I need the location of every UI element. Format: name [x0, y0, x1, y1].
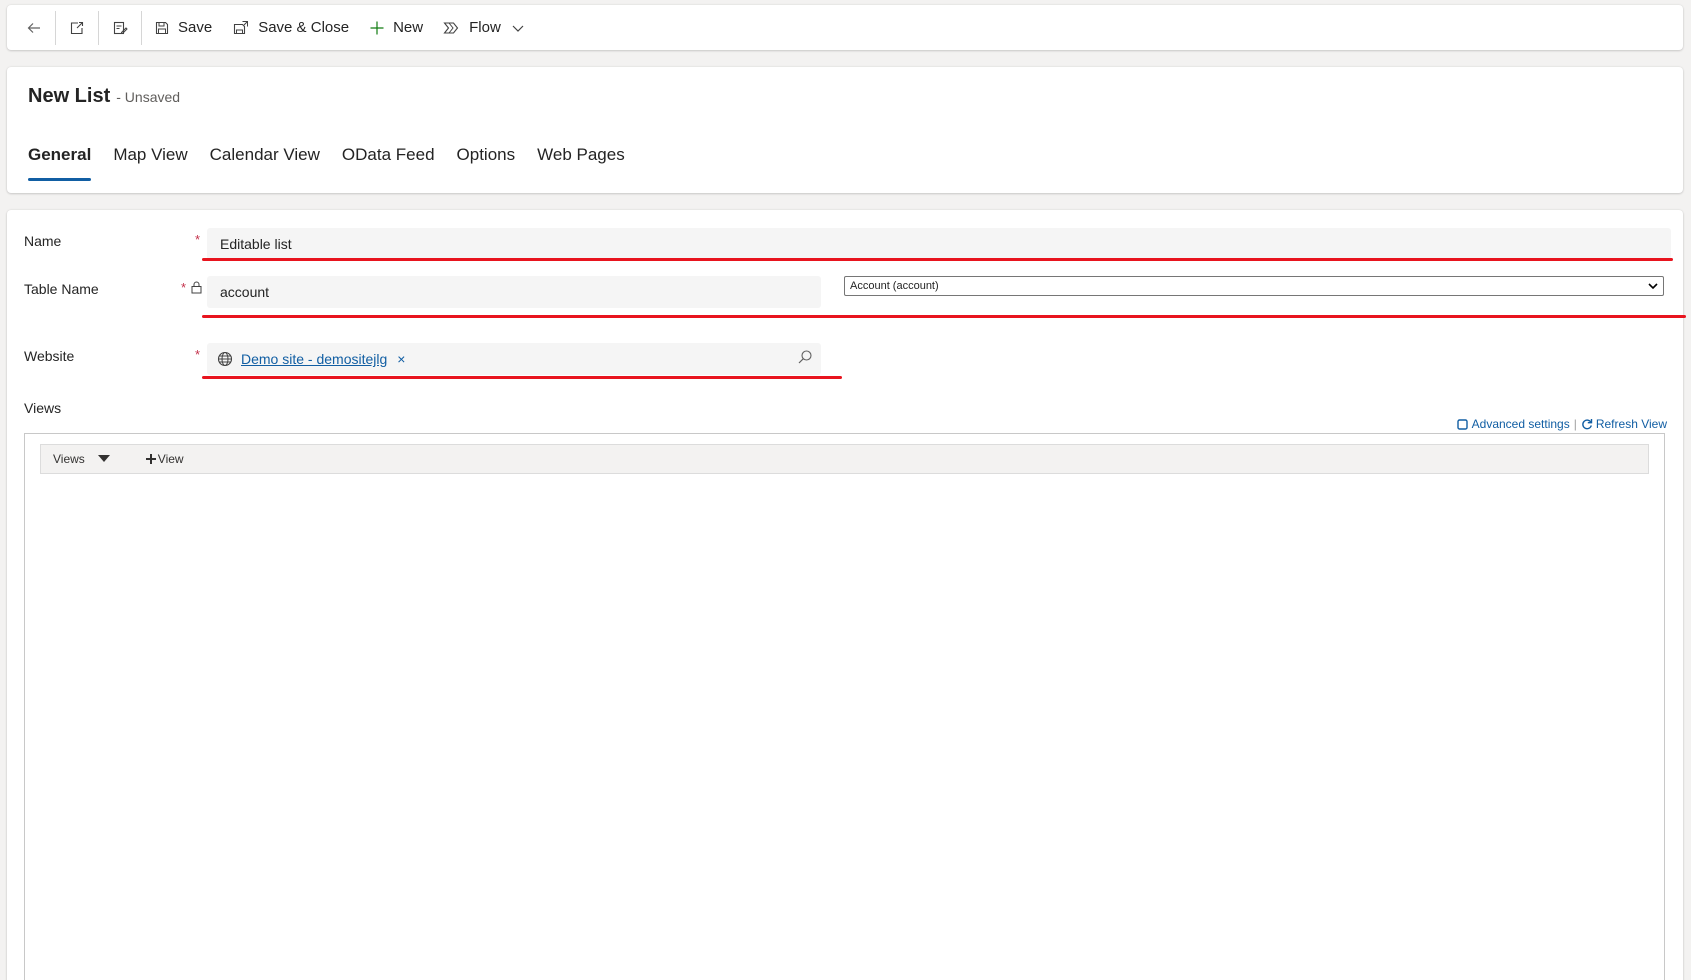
new-button[interactable]: New [359, 11, 433, 45]
plus-icon [370, 21, 384, 34]
save-status: - Unsaved [116, 89, 181, 105]
refresh-view-link[interactable]: Refresh View [1581, 417, 1667, 431]
arrow-left-icon [27, 22, 40, 33]
separator: | [1573, 417, 1577, 431]
search-icon[interactable] [797, 349, 813, 365]
website-link[interactable]: Demo site - demositejlg [241, 351, 387, 367]
open-in-new-window-button[interactable] [58, 11, 96, 45]
chevron-down-icon [512, 25, 524, 32]
tab-map-view[interactable]: Map View [113, 145, 187, 181]
command-bar: Save Save & Close New Flow [7, 5, 1683, 50]
save-button[interactable]: Save [144, 11, 222, 45]
highlight-underline [202, 315, 1686, 318]
views-label: Views [24, 400, 62, 416]
add-view-button[interactable]: View [145, 452, 184, 466]
flow-icon [443, 21, 459, 34]
name-label: Name [24, 233, 62, 249]
lock-icon [191, 281, 202, 294]
page-title: New List [28, 85, 111, 107]
tab-odata-feed[interactable]: OData Feed [342, 145, 435, 181]
website-label: Website [24, 348, 75, 364]
website-lookup[interactable]: Demo site - demositejlg × [207, 343, 821, 375]
flow-label: Flow [469, 19, 501, 36]
name-input[interactable]: Editable list [207, 228, 1671, 260]
views-toolbar: Views View [40, 444, 1649, 474]
table-name-input[interactable]: account [207, 276, 821, 308]
title-row: New List - Unsaved [28, 85, 180, 108]
save-close-label: Save & Close [258, 19, 350, 36]
views-actions: Advanced settings | Refresh View [1456, 417, 1667, 431]
table-select-dropdown[interactable]: Account (account) [844, 276, 1664, 296]
required-indicator: * [195, 347, 201, 362]
tab-general[interactable]: General [28, 145, 92, 181]
open-in-new-window-icon [70, 21, 84, 34]
refresh-view-label: Refresh View [1595, 417, 1667, 431]
caret-down-icon [97, 455, 110, 462]
views-editor: Views View [24, 433, 1665, 980]
separator [98, 10, 99, 45]
separator [55, 10, 56, 45]
globe-icon [217, 351, 233, 367]
views-dropdown[interactable]: Views [53, 452, 110, 466]
advanced-settings-link[interactable]: Advanced settings [1456, 417, 1570, 431]
table-name-label: Table Name [24, 281, 99, 297]
form-edit-icon [113, 21, 128, 34]
save-close-icon [234, 20, 249, 34]
save-and-close-button[interactable]: Save & Close [222, 11, 359, 45]
required-indicator: * [195, 232, 201, 247]
form-edit-button[interactable] [101, 11, 139, 45]
refresh-icon [1582, 419, 1593, 430]
tab-calendar-view[interactable]: Calendar View [210, 145, 320, 181]
flow-button[interactable]: Flow [433, 11, 505, 45]
highlight-underline [202, 258, 1673, 261]
plus-icon [145, 454, 156, 464]
form-section: Name * Editable list Table Name * accoun… [7, 210, 1686, 980]
tab-options[interactable]: Options [457, 145, 516, 181]
flow-dropdown-button[interactable] [505, 11, 531, 45]
remove-website-button[interactable]: × [397, 351, 405, 367]
save-label: Save [178, 19, 213, 36]
table-name-value: account [220, 284, 270, 300]
table-select-value: Account (account) [850, 280, 939, 292]
advanced-settings-label: Advanced settings [1471, 417, 1570, 431]
name-value: Editable list [220, 236, 292, 252]
required-indicator: * [181, 280, 187, 295]
chevron-down-icon [1648, 283, 1658, 290]
record-header: New List - Unsaved General Map View Cale… [7, 67, 1683, 193]
new-label: New [393, 19, 424, 36]
checkbox-icon [1456, 418, 1468, 430]
views-dropdown-label: Views [53, 452, 85, 466]
separator [141, 10, 142, 45]
highlight-underline [202, 376, 842, 379]
tab-list: General Map View Calendar View OData Fee… [28, 145, 647, 181]
back-button[interactable] [15, 11, 53, 45]
add-view-label: View [157, 452, 184, 466]
tab-web-pages[interactable]: Web Pages [537, 145, 625, 181]
save-icon [155, 21, 169, 34]
